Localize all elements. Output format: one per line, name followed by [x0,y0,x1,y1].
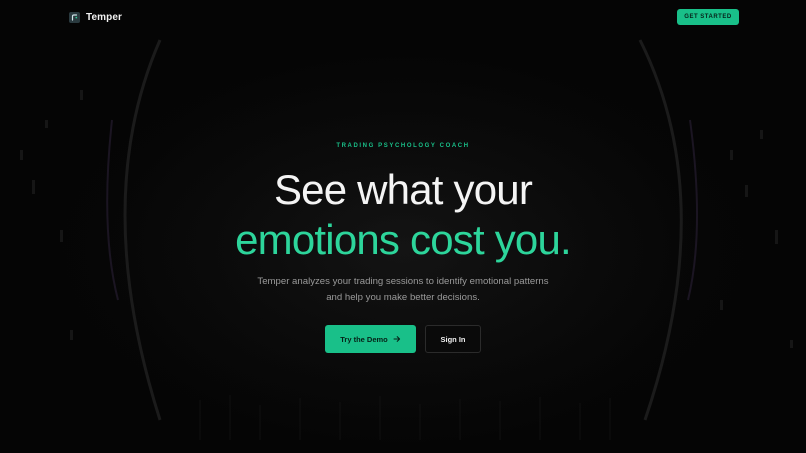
try-demo-label: Try the Demo [340,334,388,344]
arrow-right-icon [393,335,401,343]
hero-subtext: Temper analyzes your trading sessions to… [257,276,549,303]
try-demo-button[interactable]: Try the Demo [325,325,416,353]
hero-headline-line1: See what your [273,166,533,213]
top-nav: Temper GET STARTED [0,0,806,34]
hero-headline-line2: emotions cost you. [235,216,572,263]
get-started-button[interactable]: GET STARTED [677,9,739,25]
brand-name: Temper [86,11,122,23]
hero-eyebrow: TRADING PSYCHOLOGY COACH [336,143,470,149]
landing-page: Temper GET STARTED TRADING PSYCHOLOGY CO… [0,0,806,453]
sign-in-button[interactable]: Sign In [425,325,481,353]
temper-logo-icon [69,11,80,23]
brand[interactable]: Temper [69,10,122,24]
